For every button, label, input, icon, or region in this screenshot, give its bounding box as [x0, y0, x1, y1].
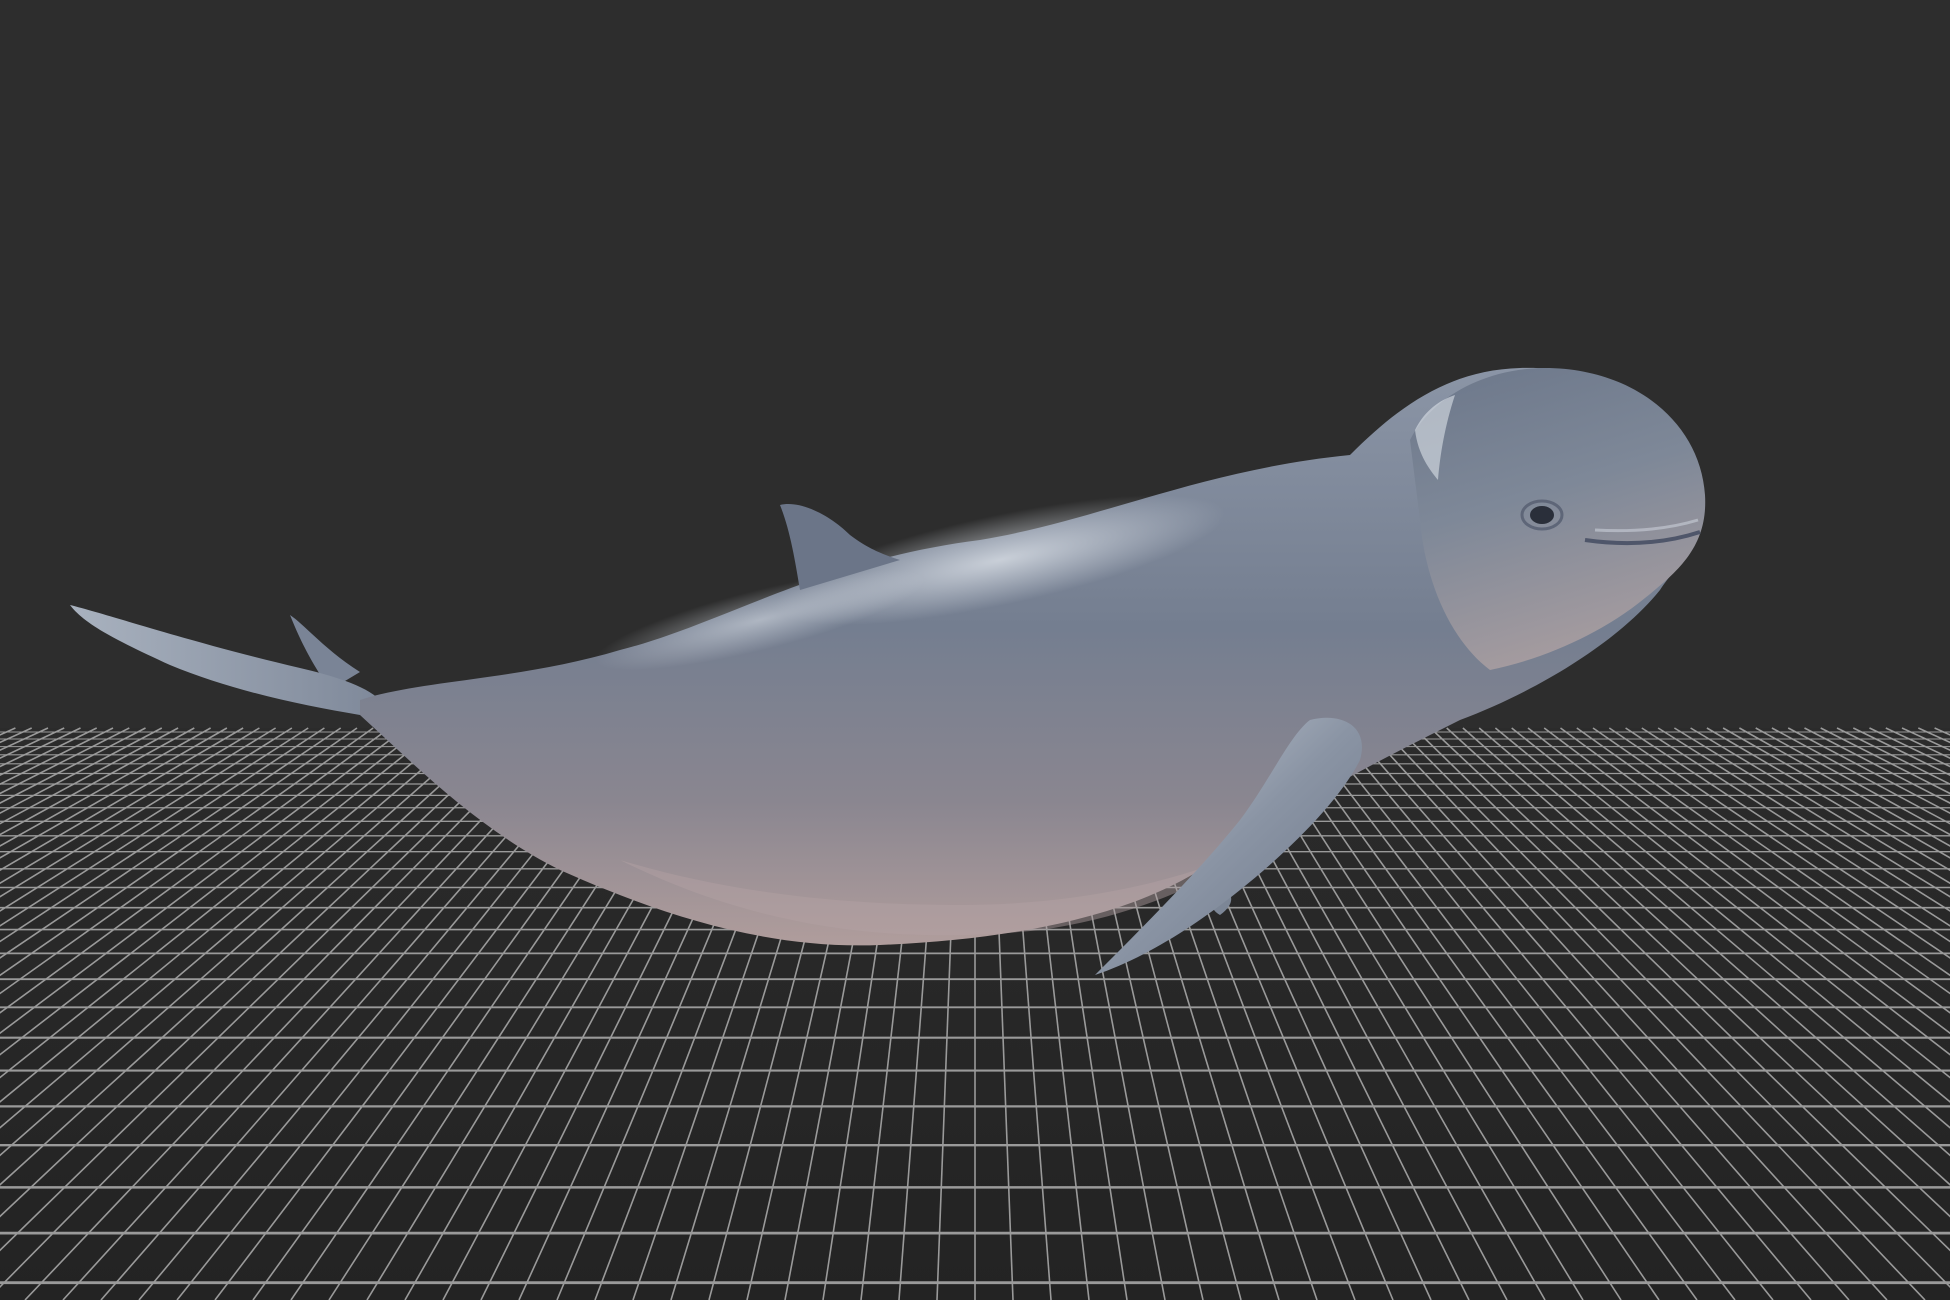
eye	[1530, 506, 1554, 524]
whale-model[interactable]	[0, 0, 1950, 1300]
whale-head	[1410, 367, 1706, 670]
3d-viewport[interactable]	[0, 0, 1950, 1300]
